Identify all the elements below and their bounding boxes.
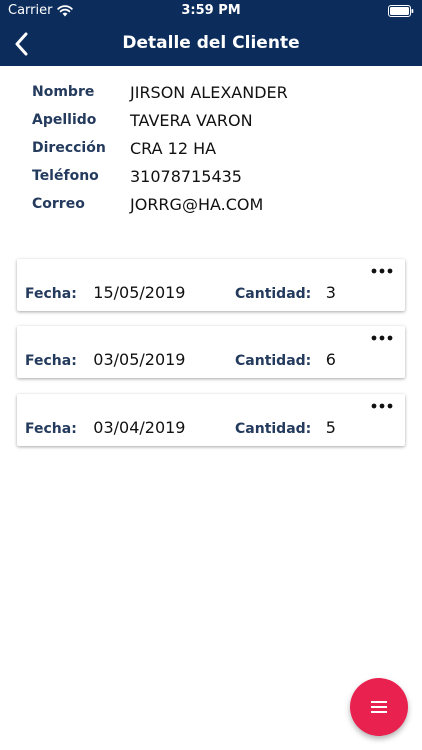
page-title: Detalle del Cliente <box>122 33 300 53</box>
status-time: 3:59 PM <box>181 3 241 18</box>
info-label: Apellido <box>32 112 97 128</box>
info-value: 31078715435 <box>130 167 242 186</box>
order-card[interactable]: Fecha: 03/04/2019 Cantidad: 5 <box>17 394 405 446</box>
order-quantity: Cantidad: 3 <box>235 283 336 302</box>
cantidad-label: Cantidad: <box>235 421 312 437</box>
more-horizontal-icon <box>371 268 393 274</box>
more-options-button[interactable] <box>369 330 395 346</box>
more-options-button[interactable] <box>369 398 395 414</box>
info-label: Correo <box>32 196 85 212</box>
info-value: CRA 12 HA <box>130 139 217 158</box>
info-value: JIRSON ALEXANDER <box>130 83 288 102</box>
info-label: Dirección <box>32 140 106 156</box>
fecha-value: 15/05/2019 <box>93 283 186 302</box>
order-date: Fecha: 15/05/2019 <box>25 283 185 302</box>
menu-fab-button[interactable] <box>350 678 408 736</box>
order-date: Fecha: 03/04/2019 <box>25 418 185 437</box>
info-label: Teléfono <box>32 168 99 184</box>
app-header: Carrier 3:59 PM Detalle del Cliente <box>0 0 422 66</box>
info-label: Nombre <box>32 84 95 100</box>
status-bar: Carrier 3:59 PM <box>0 0 422 22</box>
more-horizontal-icon <box>371 403 393 409</box>
cantidad-value: 5 <box>325 418 336 437</box>
cantidad-value: 6 <box>325 350 336 369</box>
fecha-label: Fecha: <box>25 421 77 437</box>
info-value: JORRG@HA.COM <box>130 195 264 214</box>
fecha-label: Fecha: <box>25 353 77 369</box>
order-quantity: Cantidad: 5 <box>235 418 336 437</box>
more-horizontal-icon <box>371 335 393 341</box>
menu-icon <box>371 701 387 713</box>
order-card[interactable]: Fecha: 15/05/2019 Cantidad: 3 <box>17 259 405 311</box>
order-quantity: Cantidad: 6 <box>235 350 336 369</box>
info-value: TAVERA VARON <box>130 111 253 130</box>
cantidad-label: Cantidad: <box>235 353 312 369</box>
cantidad-value: 3 <box>325 283 336 302</box>
cantidad-label: Cantidad: <box>235 286 312 302</box>
fecha-value: 03/04/2019 <box>93 418 186 437</box>
fecha-value: 03/05/2019 <box>93 350 186 369</box>
order-date: Fecha: 03/05/2019 <box>25 350 185 369</box>
more-options-button[interactable] <box>369 263 395 279</box>
order-card[interactable]: Fecha: 03/05/2019 Cantidad: 6 <box>17 326 405 378</box>
battery-icon <box>388 5 414 17</box>
fecha-label: Fecha: <box>25 286 77 302</box>
